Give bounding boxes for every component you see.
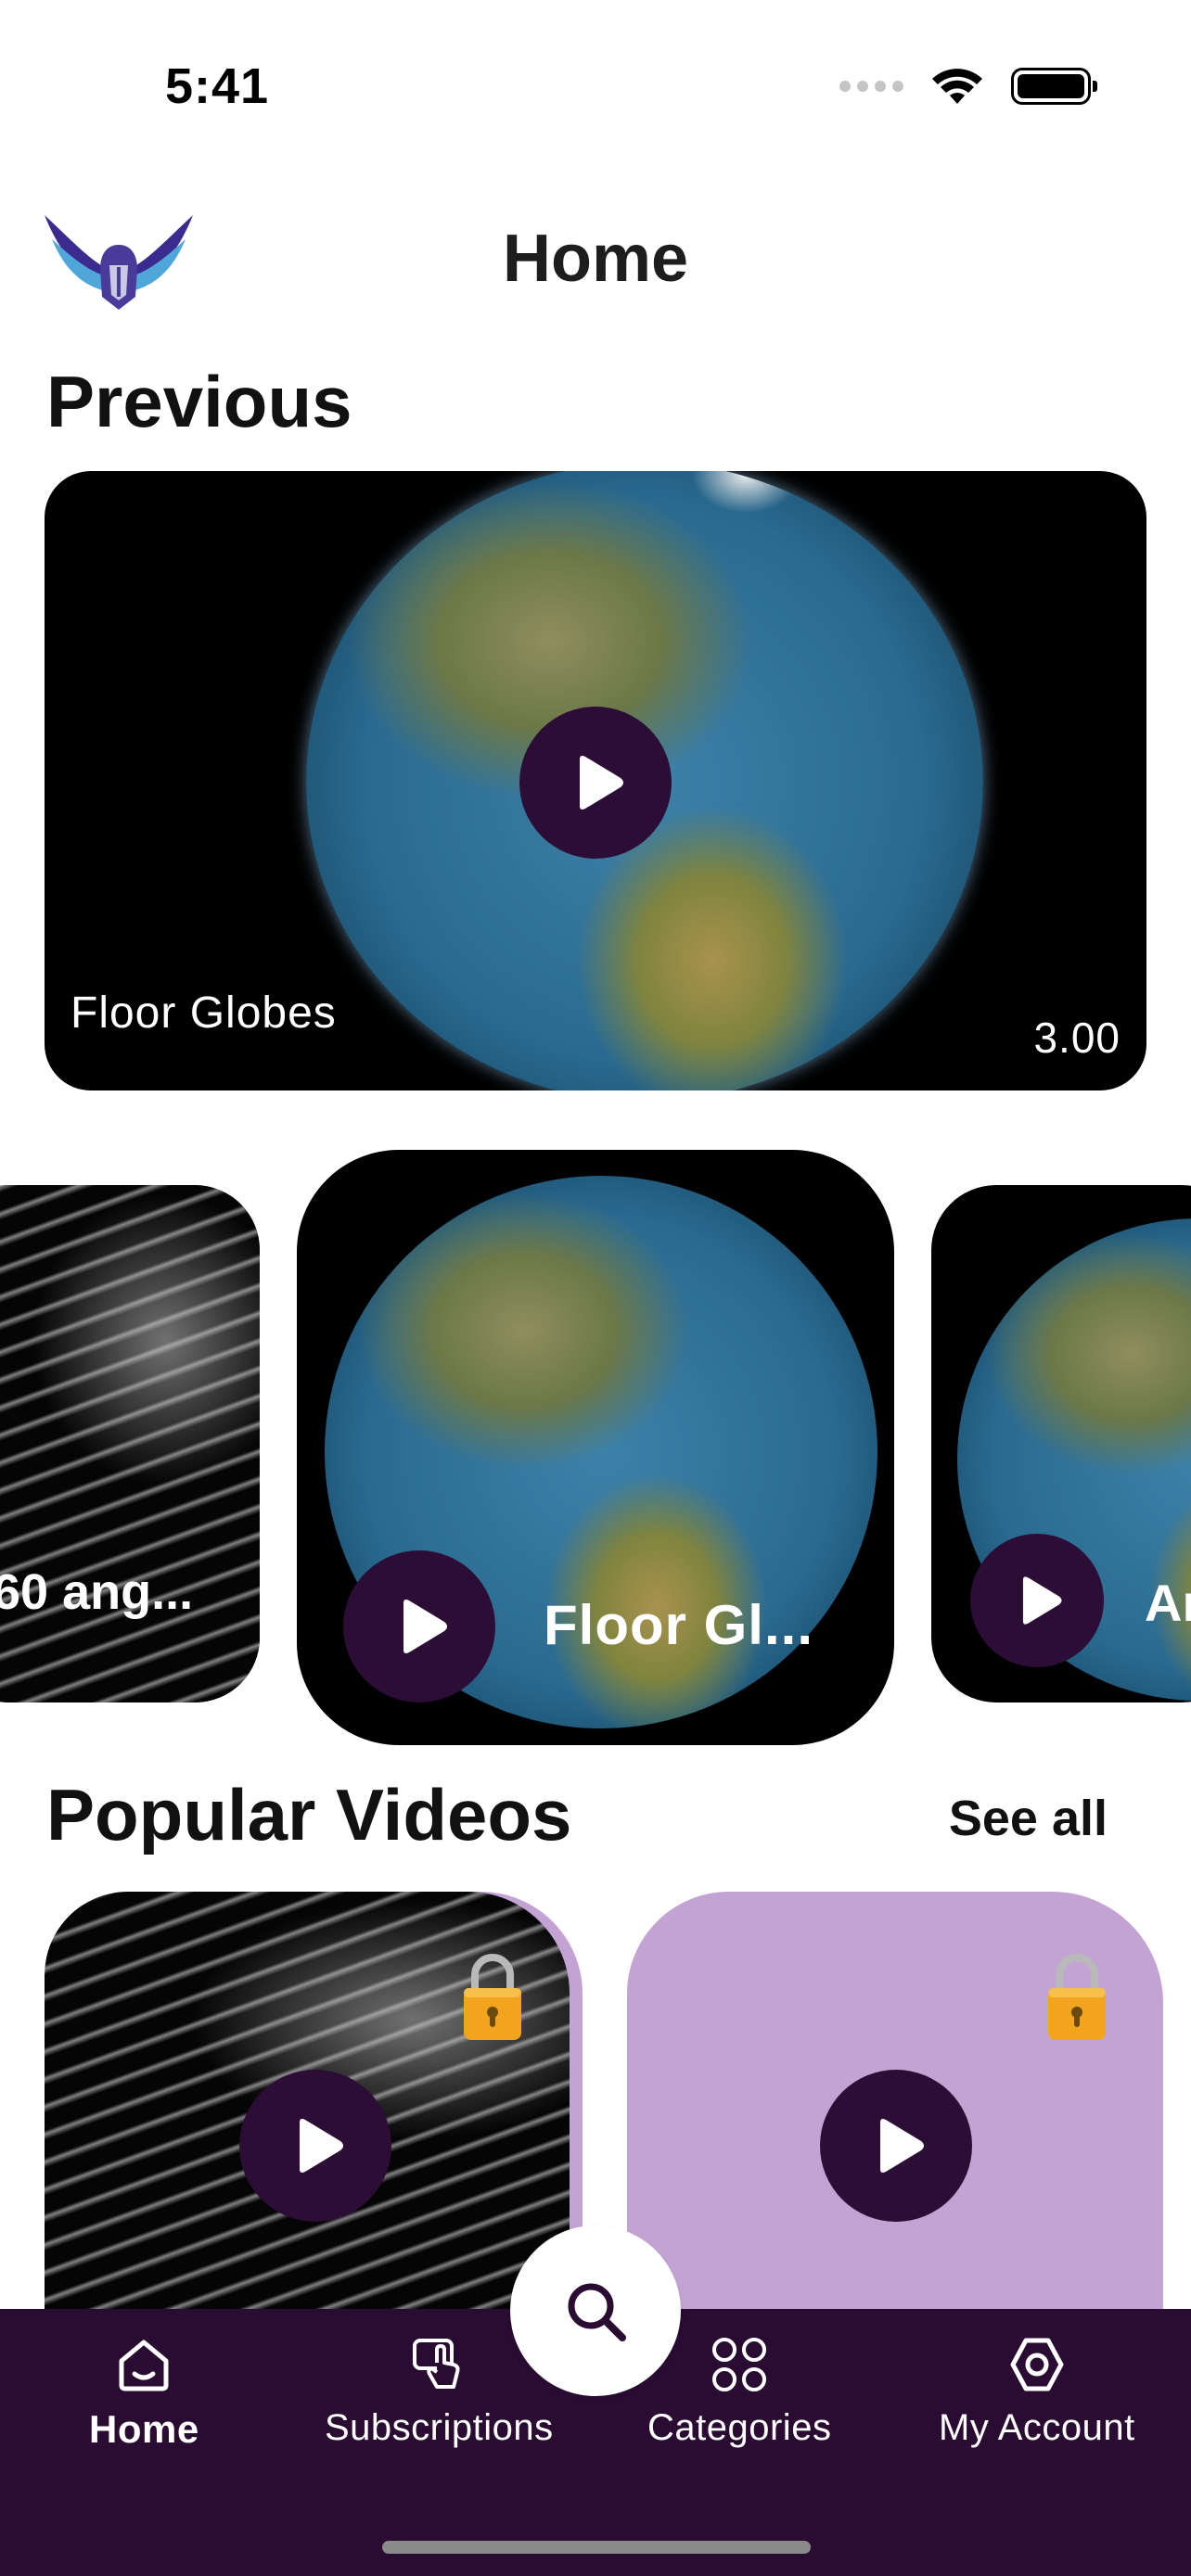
previous-section-title: Previous (46, 361, 352, 442)
search-button[interactable] (510, 2225, 681, 2396)
play-icon (300, 2119, 343, 2173)
subscriptions-icon (413, 2339, 460, 2389)
popular-video-card[interactable] (45, 1892, 583, 2318)
search-icon (568, 2283, 626, 2341)
lock-icon (1048, 1954, 1106, 2040)
nav-item-categories[interactable]: Categories (647, 2335, 831, 2449)
carousel-card[interactable]: Floor Gl... (297, 1150, 894, 1745)
nav-label: Categories (647, 2407, 832, 2448)
cellular-signal-icon (839, 81, 903, 92)
account-icon (1010, 2338, 1064, 2391)
popular-section-title: Popular Videos (46, 1774, 572, 1855)
scan-thumbnail (0, 1185, 260, 1702)
carousel-card-label: Ar (1145, 1574, 1191, 1632)
play-button[interactable] (343, 1550, 495, 1702)
play-button[interactable] (820, 2070, 972, 2222)
page-title: Home (502, 222, 689, 296)
home-indicator (382, 2541, 811, 2554)
carousel-card-label: Floor Gl... (544, 1594, 813, 1656)
battery-icon (1011, 68, 1097, 105)
popular-video-card[interactable] (627, 1892, 1163, 2318)
play-button[interactable] (970, 1534, 1104, 1667)
nav-label: Home (89, 2407, 199, 2451)
play-button[interactable] (239, 2070, 391, 2222)
play-button[interactable] (519, 707, 672, 859)
carousel-card[interactable]: 60 ang... (0, 1185, 260, 1702)
status-icons (839, 67, 1097, 106)
home-icon (119, 2340, 169, 2391)
previous-card-title: Floor Globes (70, 988, 337, 1038)
nav-item-home[interactable]: Home (89, 2335, 199, 2452)
nav-item-my-account[interactable]: My Account (939, 2335, 1135, 2449)
carousel-card-label: 60 ang... (0, 1564, 194, 1620)
status-bar: 5:41 (0, 0, 1191, 176)
lock-icon (464, 1954, 521, 2040)
nav-label: Subscriptions (325, 2407, 554, 2448)
nav-label: My Account (939, 2407, 1135, 2448)
play-icon (580, 756, 623, 810)
play-icon (1022, 1576, 1062, 1625)
nav-item-subscriptions[interactable]: Subscriptions (325, 2335, 554, 2449)
categories-icon (712, 2338, 767, 2391)
status-time: 5:41 (165, 58, 270, 114)
play-icon (880, 2119, 924, 2173)
previous-video-card[interactable]: Floor Globes 3.00 (45, 471, 1146, 1090)
wifi-icon (932, 69, 982, 104)
previous-card-value: 3.00 (1033, 1014, 1121, 1062)
play-icon (403, 1600, 447, 1653)
carousel-card[interactable]: Ar (931, 1185, 1191, 1702)
see-all-link[interactable]: See all (949, 1790, 1108, 1847)
